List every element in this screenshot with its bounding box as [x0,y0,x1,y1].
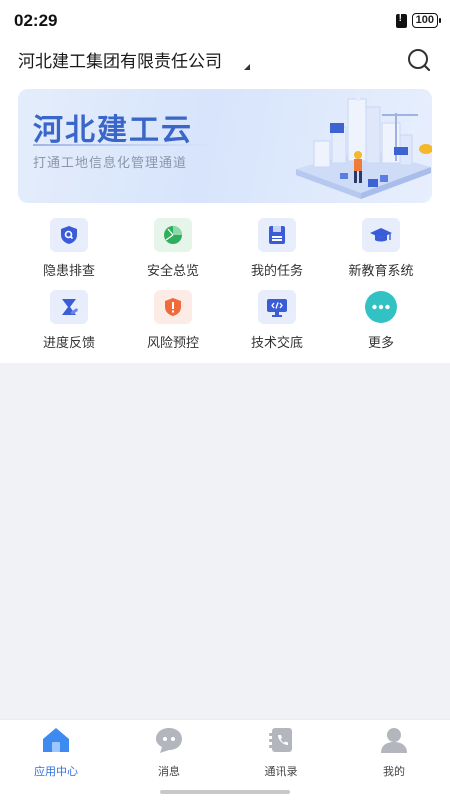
tab-contacts[interactable]: 通讯录 [236,726,326,779]
grid-item-tech[interactable]: 技术交底 [225,290,329,351]
grid-item-safety[interactable]: 安全总览 [121,218,225,279]
grid-item-hazard[interactable]: 隐患排查 [17,218,121,279]
grid-label: 新教育系统 [348,264,414,279]
home-icon [43,728,69,752]
more-dots-icon [362,290,400,324]
battery-icon: 100 [411,13,442,28]
sim-alert-icon [395,13,407,28]
grid-label: 进度反馈 [42,336,95,351]
promo-banner[interactable]: 河北建工云 打通工地信息化管理通道 [18,89,432,203]
hazard-search-icon [50,218,88,252]
tab-label: 消息 [158,765,180,778]
tab-label: 我的 [383,765,405,778]
profile-icon [381,728,407,753]
grid-label: 我的任务 [250,264,303,279]
banner-title: 河北建工云 [33,113,193,148]
status-icons: 100 [395,13,442,28]
risk-shield-icon [154,290,192,324]
tab-app-center[interactable]: 应用中心 [11,726,101,779]
tab-messages[interactable]: 消息 [124,726,214,779]
contacts-icon [269,728,292,752]
company-selector[interactable]: 河北建工集团有限责任公司 [18,47,222,72]
dropdown-caret-icon[interactable] [244,64,250,70]
message-icon [156,728,182,753]
pie-chart-icon [154,218,192,252]
grid-item-more[interactable]: 更多 [329,290,433,351]
banner-divider [33,144,213,146]
graduation-cap-icon [362,218,400,252]
grid-label: 技术交底 [250,336,303,351]
code-monitor-icon [258,290,296,324]
grid-label: 安全总览 [146,264,199,279]
tab-label: 通讯录 [264,765,298,778]
city-construction-illustration [296,91,432,199]
search-icon[interactable] [406,47,432,73]
status-time: 02:29 [14,11,58,30]
grid-label: 风险预控 [146,336,199,351]
home-indicator[interactable] [160,790,290,794]
grid-item-task[interactable]: 我的任务 [225,218,329,279]
tab-label: 应用中心 [34,765,78,778]
top-section: 河北建工集团有限责任公司 河北建工云 打通工地信息化管理通道 隐患排查 安全总览… [0,40,450,363]
status-bar: 02:29 100 [0,0,450,40]
grid-item-risk[interactable]: 风险预控 [121,290,225,351]
progress-feedback-icon [50,290,88,324]
grid-label: 隐患排查 [42,264,95,279]
tab-profile[interactable]: 我的 [349,726,439,779]
grid-item-education[interactable]: 新教育系统 [329,218,433,279]
bottom-tab-bar: 应用中心 消息 通讯录 我的 [0,719,450,800]
grid-label: 更多 [367,336,394,351]
grid-item-progress[interactable]: 进度反馈 [17,290,121,351]
task-save-icon [258,218,296,252]
banner-subtitle: 打通工地信息化管理通道 [33,156,188,171]
